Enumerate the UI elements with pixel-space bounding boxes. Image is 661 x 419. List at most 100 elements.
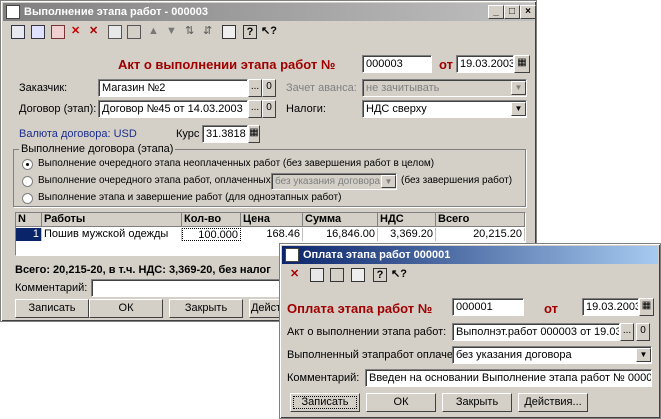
dialog-comment-label: Комментарий: [287,372,360,384]
act-select-button[interactable]: ... [620,323,634,341]
dialog-close-button[interactable]: Закрыть [442,393,512,412]
customer-open-button[interactable]: 0 [262,79,276,97]
dialog-ok-button[interactable]: ОК [366,393,436,412]
main-title: Выполнение этапа работ - 000003 [24,6,208,18]
comment-field[interactable] [91,279,281,297]
help-icon[interactable]: ? [373,268,387,282]
sort-asc-icon[interactable]: ⇅ [185,25,199,39]
dialog-titlebar[interactable]: Оплата этапа работ 000001 [282,246,658,264]
customer-label: Заказчик: [19,82,68,94]
unpost-icon[interactable] [330,268,344,282]
help-icon[interactable]: ? [243,25,257,39]
act-label: Акт о выполнении этапа работ: [287,326,447,338]
contract-open-button[interactable]: 0 [262,100,276,118]
contract-select-button[interactable]: ... [248,100,262,118]
doc-number-field[interactable]: 000003 [362,55,432,73]
dialog-title: Оплата этапа работ 000001 [303,249,451,261]
dialog-save-button[interactable]: Записать [290,393,360,412]
radio-paid-stage-select[interactable]: без указания договора [271,173,397,190]
col-header-qty[interactable]: Кол-во [182,213,241,227]
col-header-total[interactable]: Всего [436,213,525,227]
radio-paid-dropdown-icon[interactable]: ▼ [381,175,396,188]
move-up-icon[interactable]: ▲ [148,25,162,39]
radio-complete-works-label: Выполнение этапа и завершение работ (для… [38,192,342,203]
context-help-icon[interactable]: ↖? [391,268,407,282]
radio-unpaid-stage[interactable] [22,159,33,170]
edit-doc-icon[interactable] [51,25,65,39]
col-header-price[interactable]: Цена [241,213,303,227]
close-window-button[interactable]: Закрыть [169,299,243,318]
new-doc-icon[interactable] [11,25,25,39]
payment-number-field[interactable]: 000001 [452,298,524,316]
cell-vat: 3,369.20 [378,228,436,241]
print-icon[interactable] [351,268,365,282]
customer-field[interactable]: Магазин №2 [98,79,248,97]
copy-doc-icon[interactable] [31,25,45,39]
taxes-label: Налоги: [286,103,326,115]
delete-icon[interactable]: ✕ [89,25,103,39]
act-open-button[interactable]: 0 [636,323,650,341]
maximize-button[interactable]: □ [504,5,520,19]
doc-date-label: от [439,57,453,72]
cell-sum: 16,846.00 [303,228,378,241]
cell-works: Пошив мужской одежды [42,228,182,241]
taxes-dropdown-icon[interactable]: ▼ [511,102,526,116]
customer-select-button[interactable]: ... [248,79,262,97]
col-header-sum[interactable]: Сумма [303,213,378,227]
contract-label: Договор (этап): [19,103,97,115]
main-titlebar[interactable]: Выполнение этапа работ - 000003 _ □ × [3,3,536,21]
payment-calendar-button[interactable]: ▦ [639,298,654,316]
group-title: Выполнение договора (этапа) [19,143,176,155]
post-icon[interactable] [108,25,122,39]
document-icon [285,248,299,262]
col-header-works[interactable]: Работы [42,213,182,227]
save-button[interactable]: Записать [15,299,89,318]
total-text: Всего: 20,215-20, в т.ч. НДС: 3,369-20, … [15,264,271,276]
rate-calc-button[interactable]: ▦ [248,125,260,143]
paid-select[interactable]: без указания договора [452,346,652,364]
paid-label: Выполненный этапработ оплачен: [287,349,463,361]
taxes-select[interactable]: НДС сверху [362,100,527,118]
currency-label: Валюта договора: USD [19,128,137,140]
contract-field[interactable]: Договор №45 от 14.03.2003 [98,100,248,118]
dialog-actions-button[interactable]: Действия... [518,393,588,412]
document-icon [6,5,20,19]
delete-mark-icon[interactable]: ✕ [71,25,85,39]
act-field[interactable]: Выполнэт.работ 000003 от 19.03.2003 [452,323,620,341]
delete-icon[interactable]: ✕ [290,268,304,282]
rate-field[interactable]: 31.3818 [202,125,248,143]
sort-desc-icon[interactable]: ⇵ [203,25,217,39]
radio-unpaid-stage-label: Выполнение очередного этапа неоплаченных… [38,158,435,169]
context-help-icon[interactable]: ↖? [261,25,277,39]
minimize-button[interactable]: _ [488,5,504,19]
paid-dropdown-icon[interactable]: ▼ [636,348,651,362]
radio-paid-stage-label: Выполнение очередного этапа работ, оплач… [38,175,271,186]
act-header-title: Акт о выполнении этапа работ № [118,57,336,72]
radio-paid-stage-suffix: (без завершения работ) [401,175,513,186]
cell-n: 1 [16,228,42,241]
payment-date-label: от [544,301,558,316]
comment-label: Комментарий: [15,282,88,294]
doc-date-field[interactable]: 19.03.2003 [456,55,514,73]
unpost-icon[interactable] [127,25,141,39]
calendar-button[interactable]: ▦ [514,55,530,73]
payment-header-title: Оплата этапа работ № [287,301,433,316]
payment-date-field[interactable]: 19.03.2003 [582,298,639,316]
advance-label: Зачет аванса: [286,82,357,94]
print-icon[interactable] [222,25,236,39]
dialog-comment-field[interactable]: Введен на основании Выполнение этапа раб… [365,369,652,387]
cell-total: 20,215.20 [436,228,525,241]
move-down-icon[interactable]: ▼ [166,25,180,39]
table-row[interactable]: 1 Пошив мужской одежды 100.000 168.46 16… [16,228,525,241]
col-header-n[interactable]: N [16,213,42,227]
advance-dropdown-icon[interactable]: ▼ [511,81,526,95]
advance-select[interactable]: не зачитывать [362,79,527,97]
post-icon[interactable] [310,268,324,282]
cell-qty: 100.000 [182,228,241,241]
ok-button[interactable]: ОК [89,299,163,318]
close-button[interactable]: × [520,5,536,19]
payment-dialog: Оплата этапа работ 000001 ✕ ? ↖? Оплата … [279,243,661,419]
col-header-vat[interactable]: НДС [378,213,436,227]
radio-paid-stage[interactable] [22,176,33,187]
radio-complete-works[interactable] [22,193,33,204]
